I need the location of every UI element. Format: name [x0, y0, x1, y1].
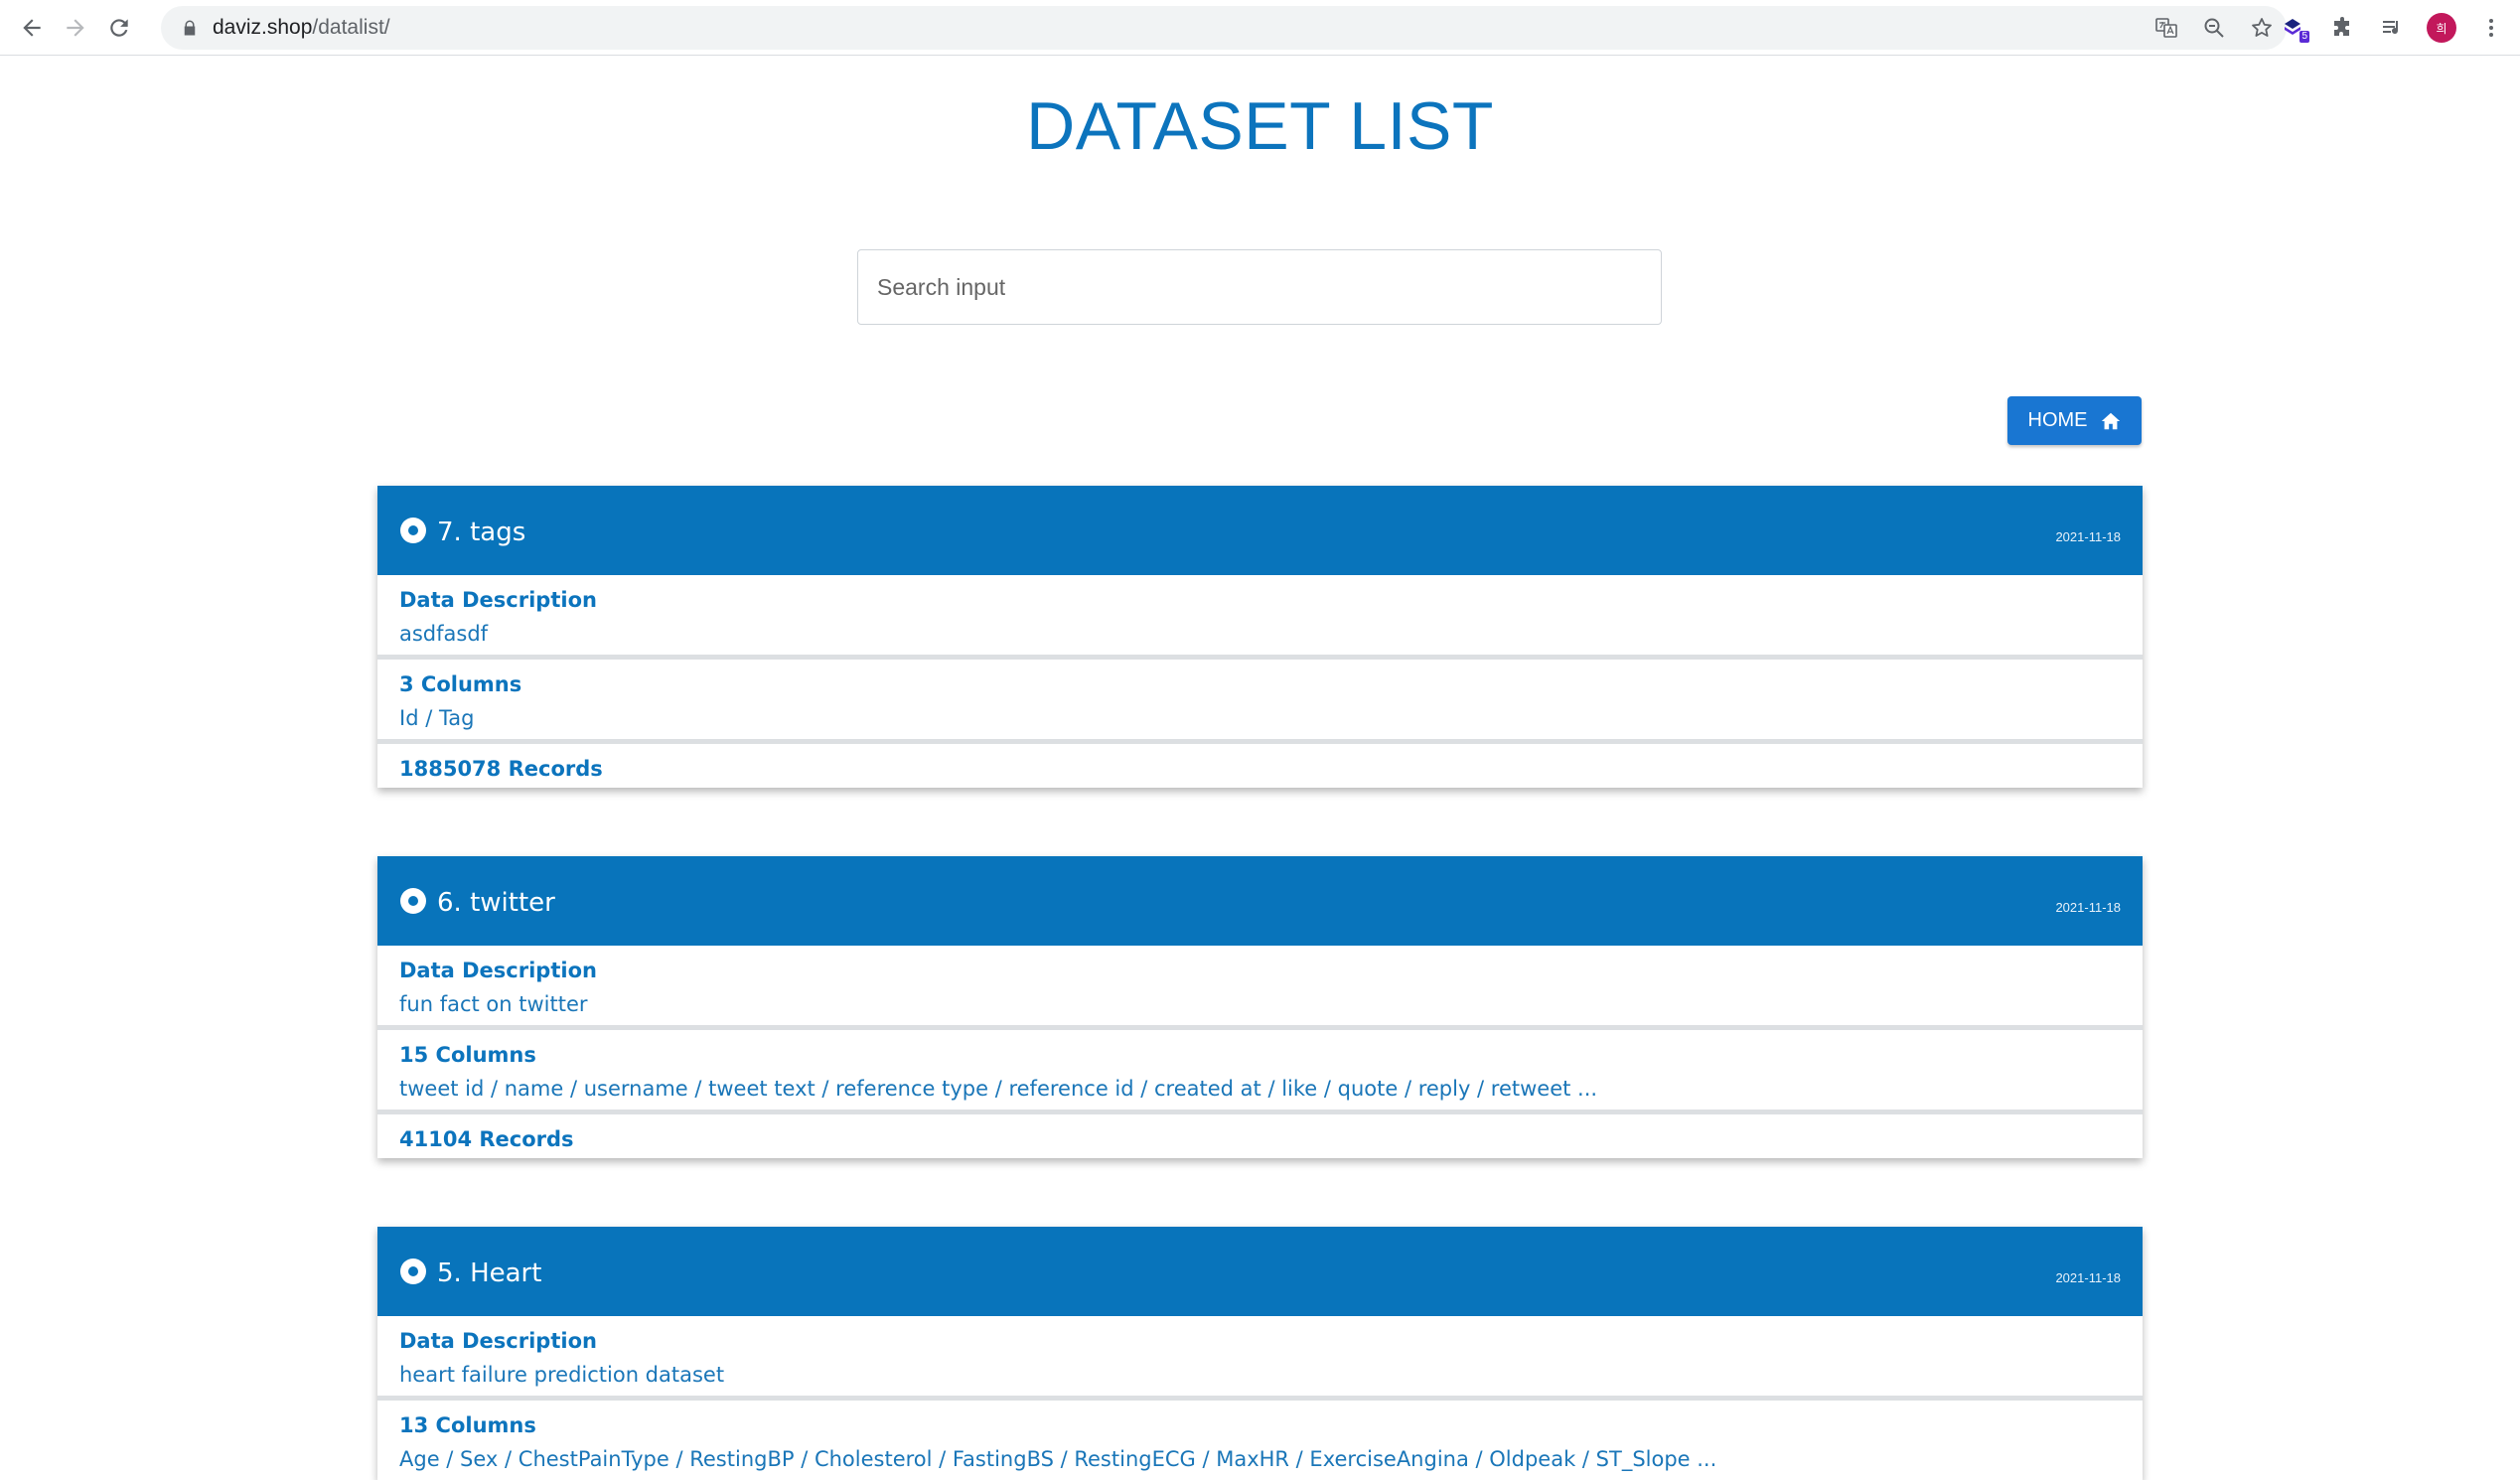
puzzle-icon[interactable] [2325, 11, 2359, 45]
address-bar[interactable]: daviz.shop/datalist/ [161, 6, 2287, 50]
radio-bullet-icon [400, 1258, 426, 1284]
home-button-label: HOME [2027, 409, 2088, 431]
dataset-card-header[interactable]: 7. tags 2021-11-18 [377, 486, 2143, 575]
dataset-date: 2021-11-18 [2055, 529, 2121, 544]
browser-toolbar: daviz.shop/datalist/ 5 희 [0, 0, 2520, 56]
reading-list-icon[interactable] [2375, 11, 2409, 45]
columns-label: 13 Columns [399, 1413, 536, 1437]
dataset-date: 2021-11-18 [2055, 900, 2121, 915]
reload-icon[interactable] [97, 6, 141, 50]
dataset-title: 5. Heart [437, 1258, 542, 1288]
extension-icon[interactable]: 5 [2276, 11, 2309, 45]
dataset-title: 6. twitter [437, 888, 555, 918]
url-host: daviz.shop [213, 16, 313, 39]
bookmark-star-icon[interactable] [2247, 13, 2277, 43]
description-section: Data Description heart failure predictio… [377, 1316, 2143, 1401]
records-section: 1885078 Records [377, 744, 2143, 788]
dataset-title: 7. tags [437, 518, 526, 547]
radio-bullet-icon [400, 518, 426, 543]
search-input[interactable] [857, 249, 1662, 325]
description-text: asdfasdf [399, 622, 489, 646]
dataset-card[interactable]: 6. twitter 2021-11-18 Data Description f… [377, 856, 2143, 1158]
columns-list: Id / Tag [399, 706, 475, 730]
records-section: 41104 Records [377, 1114, 2143, 1158]
description-section: Data Description asdfasdf [377, 575, 2143, 660]
columns-label: 15 Columns [399, 1043, 536, 1067]
zoom-icon[interactable] [2199, 13, 2229, 43]
page-title: DATASET LIST [1026, 88, 1494, 164]
description-label: Data Description [399, 959, 597, 982]
url-text: daviz.shop/datalist/ [213, 16, 390, 40]
dataset-card[interactable]: 7. tags 2021-11-18 Data Description asdf… [377, 486, 2143, 788]
description-section: Data Description fun fact on twitter [377, 946, 2143, 1030]
description-label: Data Description [399, 1329, 597, 1353]
dataset-card-header[interactable]: 5. Heart 2021-11-18 [377, 1227, 2143, 1316]
profile-avatar[interactable]: 희 [2425, 11, 2458, 45]
columns-list: tweet id / name / username / tweet text … [399, 1077, 1598, 1101]
dataset-date: 2021-11-18 [2055, 1270, 2121, 1285]
url-path: /datalist/ [312, 16, 390, 39]
records-count: 1885078 Records [399, 757, 603, 781]
description-text: heart failure prediction dataset [399, 1363, 725, 1387]
records-count: 41104 Records [399, 1127, 574, 1151]
forward-icon[interactable] [54, 6, 97, 50]
description-label: Data Description [399, 588, 597, 612]
columns-section: 13 Columns Age / Sex / ChestPainType / R… [377, 1401, 2143, 1480]
description-text: fun fact on twitter [399, 992, 588, 1016]
columns-list: Age / Sex / ChestPainType / RestingBP / … [399, 1447, 1717, 1471]
dataset-card-header[interactable]: 6. twitter 2021-11-18 [377, 856, 2143, 946]
back-icon[interactable] [10, 6, 54, 50]
columns-section: 3 Columns Id / Tag [377, 660, 2143, 744]
home-button[interactable]: HOME [2007, 396, 2142, 445]
avatar-initial: 희 [2427, 13, 2456, 43]
menu-kebab-icon[interactable] [2474, 11, 2508, 45]
home-icon [2101, 412, 2120, 429]
extension-badge: 5 [2299, 31, 2309, 43]
columns-label: 3 Columns [399, 672, 522, 696]
columns-section: 15 Columns tweet id / name / username / … [377, 1030, 2143, 1114]
dataset-card[interactable]: 5. Heart 2021-11-18 Data Description hea… [377, 1227, 2143, 1480]
lock-icon [184, 20, 196, 36]
translate-icon[interactable] [2151, 13, 2181, 43]
radio-bullet-icon [400, 888, 426, 914]
